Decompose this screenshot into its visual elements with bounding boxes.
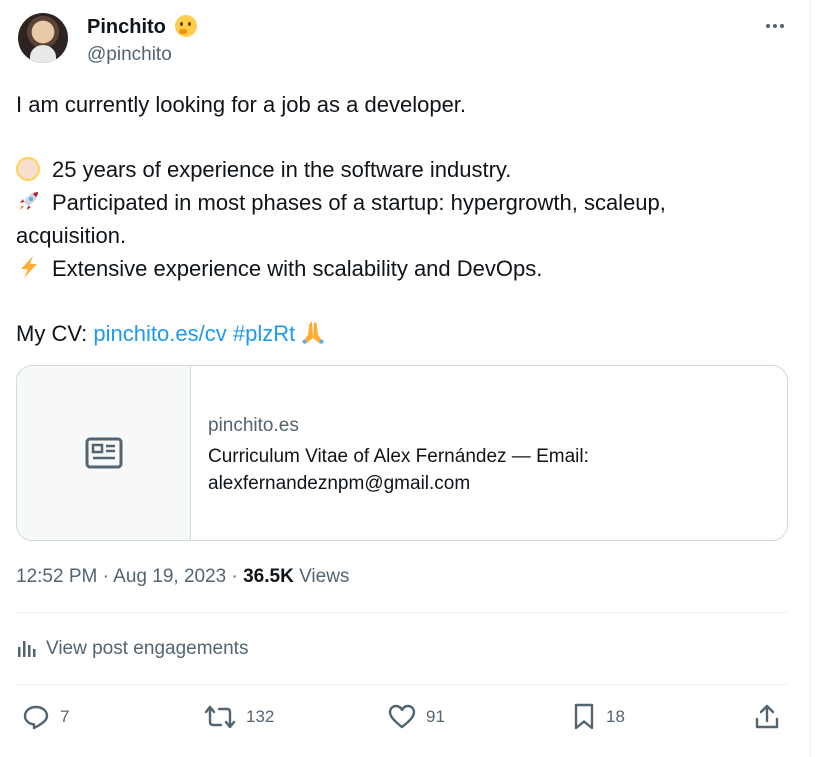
user-handle[interactable]: @pinchito [87, 44, 172, 66]
tweet-point-text: 25 years of experience in the software i… [52, 157, 512, 182]
repost-count: 132 [246, 707, 275, 726]
cv-link[interactable]: pinchito.es/cv [93, 321, 226, 346]
bookmark-icon [574, 703, 594, 730]
views-label: Views [299, 566, 350, 587]
older-person-icon [16, 157, 40, 181]
dot-icon [766, 24, 770, 28]
tweet-intro: I am currently looking for a job as a de… [16, 92, 467, 117]
more-options-button[interactable] [760, 14, 790, 38]
repost-icon [204, 705, 236, 729]
repost-button[interactable]: 132 [204, 702, 274, 732]
avatar[interactable] [18, 13, 68, 63]
view-engagements-link[interactable]: View post engagements [16, 636, 248, 662]
views-count: 36.5K [243, 566, 294, 587]
divider [16, 612, 788, 613]
reply-button[interactable]: 7 [22, 702, 69, 732]
share-button[interactable] [754, 702, 790, 732]
tweet-text: I am currently looking for a job as a de… [16, 88, 786, 350]
card-domain: pinchito.es [208, 415, 299, 436]
link-preview-card[interactable]: pinchito.es Curriculum Vitae of Alex Fer… [16, 365, 788, 541]
bookmark-button[interactable]: 18 [572, 702, 625, 732]
card-description: Curriculum Vitae of Alex Fernández — Ema… [208, 446, 589, 494]
engagements-label: View post engagements [46, 638, 249, 659]
high-voltage-icon [21, 256, 37, 278]
like-button[interactable]: 91 [388, 702, 445, 732]
tweet-time[interactable]: 12:52 PM [16, 566, 97, 587]
tweet-meta: 12:52 PM · Aug 19, 2023 · 36.5K Views [16, 565, 349, 589]
display-name[interactable]: Pinchito [87, 15, 166, 39]
tweet-point-text: Extensive experience with scalability an… [52, 256, 543, 281]
column-divider [810, 0, 811, 757]
tweet-point-continuation: acquisition. [16, 223, 127, 248]
reply-count: 7 [60, 707, 70, 726]
tweet-date[interactable]: Aug 19, 2023 [113, 566, 226, 587]
tweet-point: 25 years of experience in the software i… [16, 153, 786, 186]
reply-icon [23, 705, 49, 730]
dot-icon [780, 24, 784, 28]
rocket-icon [20, 192, 38, 210]
like-count: 91 [426, 707, 445, 726]
tweet-cv-line: My CV: pinchito.es/cv #plzRt [16, 317, 786, 350]
divider [16, 684, 788, 685]
chart-bars-icon [18, 641, 36, 657]
card-thumbnail [17, 366, 191, 540]
article-icon [85, 437, 122, 469]
meta-separator: · [231, 566, 238, 587]
bookmark-count: 18 [606, 707, 625, 726]
cv-prefix: My CV: [16, 321, 88, 346]
thinking-face-icon [175, 15, 197, 37]
share-icon [755, 704, 779, 729]
folded-hands-icon [302, 322, 325, 344]
tweet-point-text: Participated in most phases of a startup… [52, 190, 666, 215]
heart-icon [388, 704, 416, 729]
meta-separator: · [102, 566, 109, 587]
tweet-point: Extensive experience with scalability an… [16, 252, 786, 285]
hashtag-link[interactable]: #plzRt [233, 321, 295, 346]
dot-icon [773, 24, 777, 28]
tweet-point: Participated in most phases of a startup… [16, 186, 786, 219]
